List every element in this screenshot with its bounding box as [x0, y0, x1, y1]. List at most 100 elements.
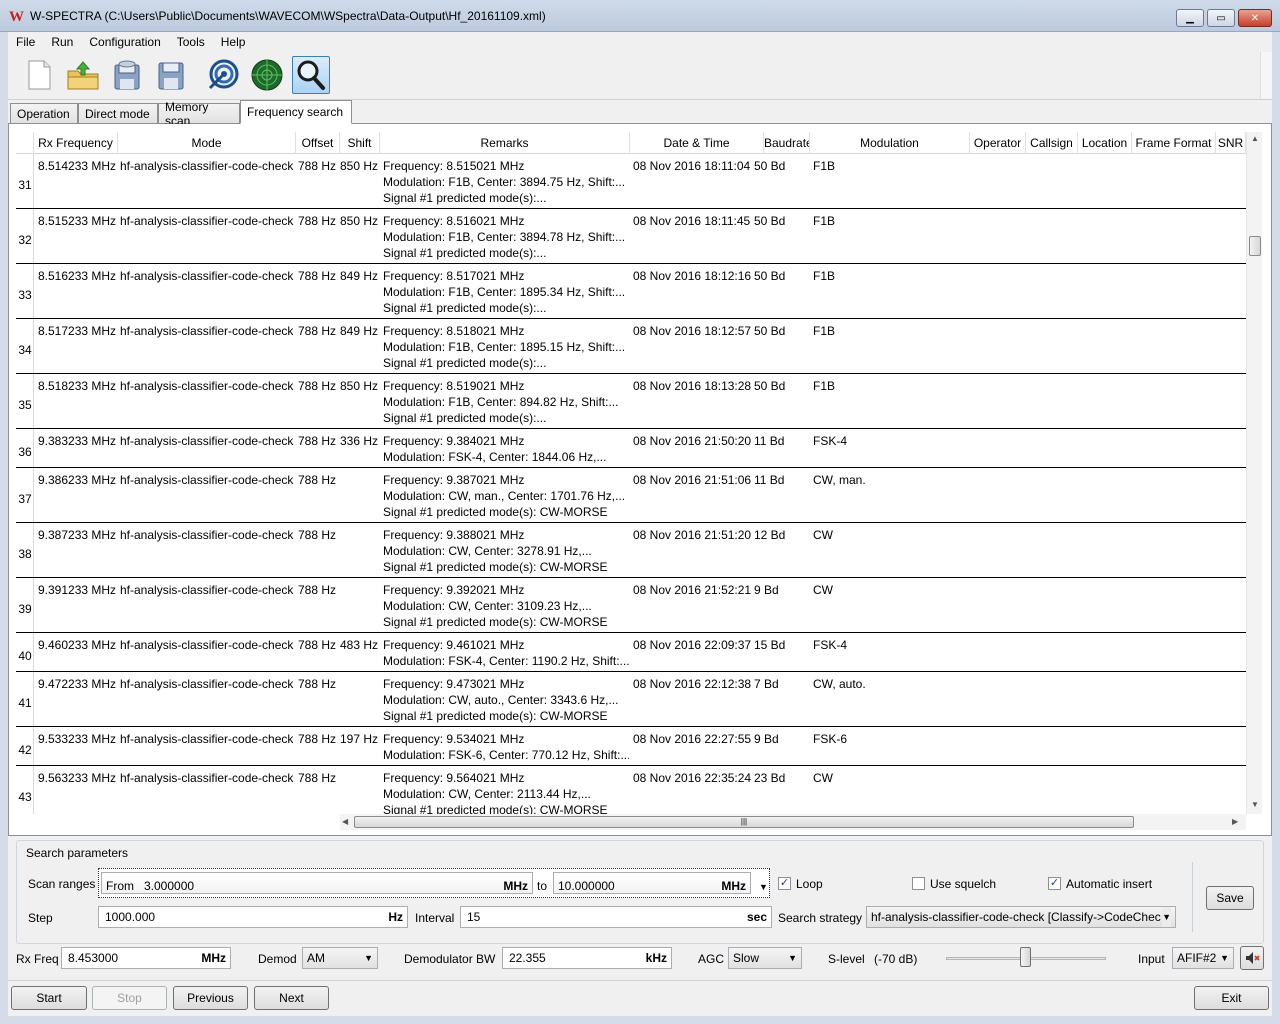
scroll-down-icon[interactable]: ▼: [1251, 800, 1259, 809]
agc-select[interactable]: Slow ▼: [728, 947, 802, 969]
scroll-left-icon[interactable]: ◀: [342, 817, 348, 826]
new-file-button[interactable]: [20, 56, 58, 94]
rx-freq-value: 8.453000: [68, 951, 119, 965]
search-strategy-select[interactable]: hf-analysis-classifier-code-check [Class…: [866, 906, 1176, 928]
cell-date-time: 08 Nov 2016 18:11:45: [633, 214, 751, 228]
scan-ranges-combo[interactable]: From 3.000000 MHz to 10.000000 MHz ▼: [98, 868, 770, 898]
scan-ranges-dropdown-icon[interactable]: ▼: [759, 877, 768, 897]
signal-target-icon: [208, 59, 239, 90]
close-icon: ✕: [1250, 12, 1260, 24]
save-button[interactable]: Save: [1206, 886, 1254, 910]
rx-freq-input[interactable]: 8.453000 MHz: [61, 947, 231, 969]
check-icon: ✓: [779, 877, 790, 889]
menu-help[interactable]: Help: [213, 35, 254, 49]
cell-rx-frequency: 9.460233 MHz: [38, 638, 117, 652]
table-row[interactable]: 38 9.387233 MHz hf-analysis-classifier-cod…: [16, 523, 1246, 578]
table-row[interactable]: 35 8.518233 MHz hf-analysis-classifier-cod…: [16, 374, 1246, 429]
table-row[interactable]: 41 9.472233 MHz hf-analysis-classifier-cod…: [16, 672, 1246, 727]
menu-tools[interactable]: Tools: [169, 35, 213, 49]
stop-button[interactable]: Stop: [92, 986, 167, 1010]
horizontal-scroll-thumb[interactable]: |||: [354, 816, 1134, 828]
demodulator-bw-input[interactable]: 22.355 kHz: [502, 947, 672, 969]
step-input[interactable]: 1000.000 Hz: [98, 906, 408, 928]
column-date-time[interactable]: Date & Time: [630, 132, 764, 154]
cell-offset: 788 Hz: [298, 269, 337, 283]
from-field[interactable]: From 3.000000 MHz: [101, 872, 533, 894]
column-rx-frequency[interactable]: Rx Frequency: [34, 132, 118, 154]
table-row[interactable]: 34 8.517233 MHz hf-analysis-classifier-cod…: [16, 319, 1246, 374]
start-button[interactable]: Start: [11, 986, 87, 1010]
save-as-button[interactable]: [108, 56, 146, 94]
to-field[interactable]: 10.000000 MHz: [553, 872, 751, 894]
menu-file[interactable]: File: [8, 35, 43, 49]
tab-frequency-search[interactable]: Frequency search: [240, 100, 352, 124]
scroll-right-icon[interactable]: ▶: [1232, 817, 1238, 826]
to-label: to: [537, 879, 548, 893]
exit-button[interactable]: Exit: [1194, 986, 1269, 1010]
column-baudrate[interactable]: Baudrate: [764, 132, 810, 154]
row-number: 33: [18, 287, 32, 302]
cell-mode: hf-analysis-classifier-code-check: [120, 771, 294, 785]
cell-shift: 849 Hz: [340, 269, 379, 283]
previous-button[interactable]: Previous: [173, 986, 248, 1010]
table-row[interactable]: 33 8.516233 MHz hf-analysis-classifier-cod…: [16, 264, 1246, 319]
input-select[interactable]: AFIF#2 ▼: [1172, 947, 1234, 969]
grid-horizontal-scrollbar[interactable]: ◀ ||| ▶: [340, 814, 1246, 830]
s-level-slider-thumb[interactable]: [1020, 947, 1031, 967]
column-shift[interactable]: Shift: [340, 132, 380, 154]
open-button[interactable]: [64, 56, 102, 94]
save-as-icon: [114, 60, 140, 90]
loop-checkbox[interactable]: ✓: [778, 877, 791, 890]
cell-modulation: F1B: [813, 379, 836, 393]
row-number: 34: [18, 342, 32, 357]
vertical-scroll-thumb[interactable]: [1249, 236, 1261, 256]
frequency-search-tool-button[interactable]: [292, 56, 330, 94]
automatic-insert-checkbox[interactable]: ✓: [1048, 877, 1061, 890]
signal-target-button[interactable]: [204, 56, 242, 94]
close-window-button[interactable]: ✕: [1238, 9, 1272, 27]
save-button-toolbar[interactable]: [152, 56, 190, 94]
cell-remarks-line: Signal #1 predicted mode(s): CW-MORSE: [383, 709, 608, 723]
grid-vertical-scrollbar[interactable]: ▲ ▼: [1246, 132, 1262, 814]
column-operator[interactable]: Operator: [970, 132, 1026, 154]
column-remarks[interactable]: Remarks: [380, 132, 630, 154]
demod-select[interactable]: AM ▼: [302, 947, 378, 969]
next-button[interactable]: Next: [254, 986, 329, 1010]
table-row[interactable]: 32 8.515233 MHz hf-analysis-classifier-cod…: [16, 209, 1246, 264]
table-row[interactable]: 42 9.533233 MHz hf-analysis-classifier-cod…: [16, 727, 1246, 766]
cell-remarks-line: Frequency: 8.519021 MHz: [383, 379, 525, 393]
scroll-up-icon[interactable]: ▲: [1251, 134, 1259, 143]
table-row[interactable]: 40 9.460233 MHz hf-analysis-classifier-cod…: [16, 633, 1246, 672]
interval-input[interactable]: 15 sec: [460, 906, 772, 928]
column-frame-format[interactable]: Frame Format: [1132, 132, 1216, 154]
mute-button[interactable]: [1240, 946, 1264, 970]
tab-operation[interactable]: Operation: [10, 103, 78, 124]
cell-date-time: 08 Nov 2016 21:52:21: [633, 583, 752, 597]
minimize-button[interactable]: ▁: [1176, 9, 1204, 27]
cell-mode: hf-analysis-classifier-code-check: [120, 269, 294, 283]
toolbar: [8, 52, 1272, 100]
table-row[interactable]: 31 8.514233 MHz hf-analysis-classifier-cod…: [16, 154, 1246, 209]
cell-date-time: 08 Nov 2016 18:12:16: [633, 269, 752, 283]
menu-run[interactable]: Run: [43, 35, 81, 49]
use-squelch-checkbox[interactable]: [912, 877, 925, 890]
toolbar-scrollbar[interactable]: [1260, 52, 1272, 98]
cell-baudrate: 9 Bd: [754, 583, 779, 597]
column-offset[interactable]: Offset: [296, 132, 340, 154]
table-row[interactable]: 39 9.391233 MHz hf-analysis-classifier-cod…: [16, 578, 1246, 633]
tab-direct-mode[interactable]: Direct mode: [78, 103, 158, 124]
tab-memory-scan[interactable]: Memory scan: [158, 100, 240, 128]
cell-remarks-line: Modulation: F1B, Center: 3894.78 Hz, Shi…: [383, 230, 626, 244]
column-modulation[interactable]: Modulation: [810, 132, 970, 154]
column-mode[interactable]: Mode: [118, 132, 296, 154]
column-callsign[interactable]: Callsign: [1026, 132, 1078, 154]
menu-configuration[interactable]: Configuration: [81, 35, 168, 49]
maximize-button[interactable]: ▭: [1207, 9, 1235, 27]
table-row[interactable]: 43 9.563233 MHz hf-analysis-classifier-cod…: [16, 766, 1246, 814]
radar-button[interactable]: [248, 56, 286, 94]
table-row[interactable]: 37 9.386233 MHz hf-analysis-classifier-cod…: [16, 468, 1246, 523]
tab-strip: Operation Direct mode Memory scan Freque…: [8, 100, 1272, 128]
table-row[interactable]: 36 9.383233 MHz hf-analysis-classifier-cod…: [16, 429, 1246, 468]
column-snr[interactable]: SNR: [1216, 132, 1246, 154]
column-location[interactable]: Location: [1078, 132, 1132, 154]
